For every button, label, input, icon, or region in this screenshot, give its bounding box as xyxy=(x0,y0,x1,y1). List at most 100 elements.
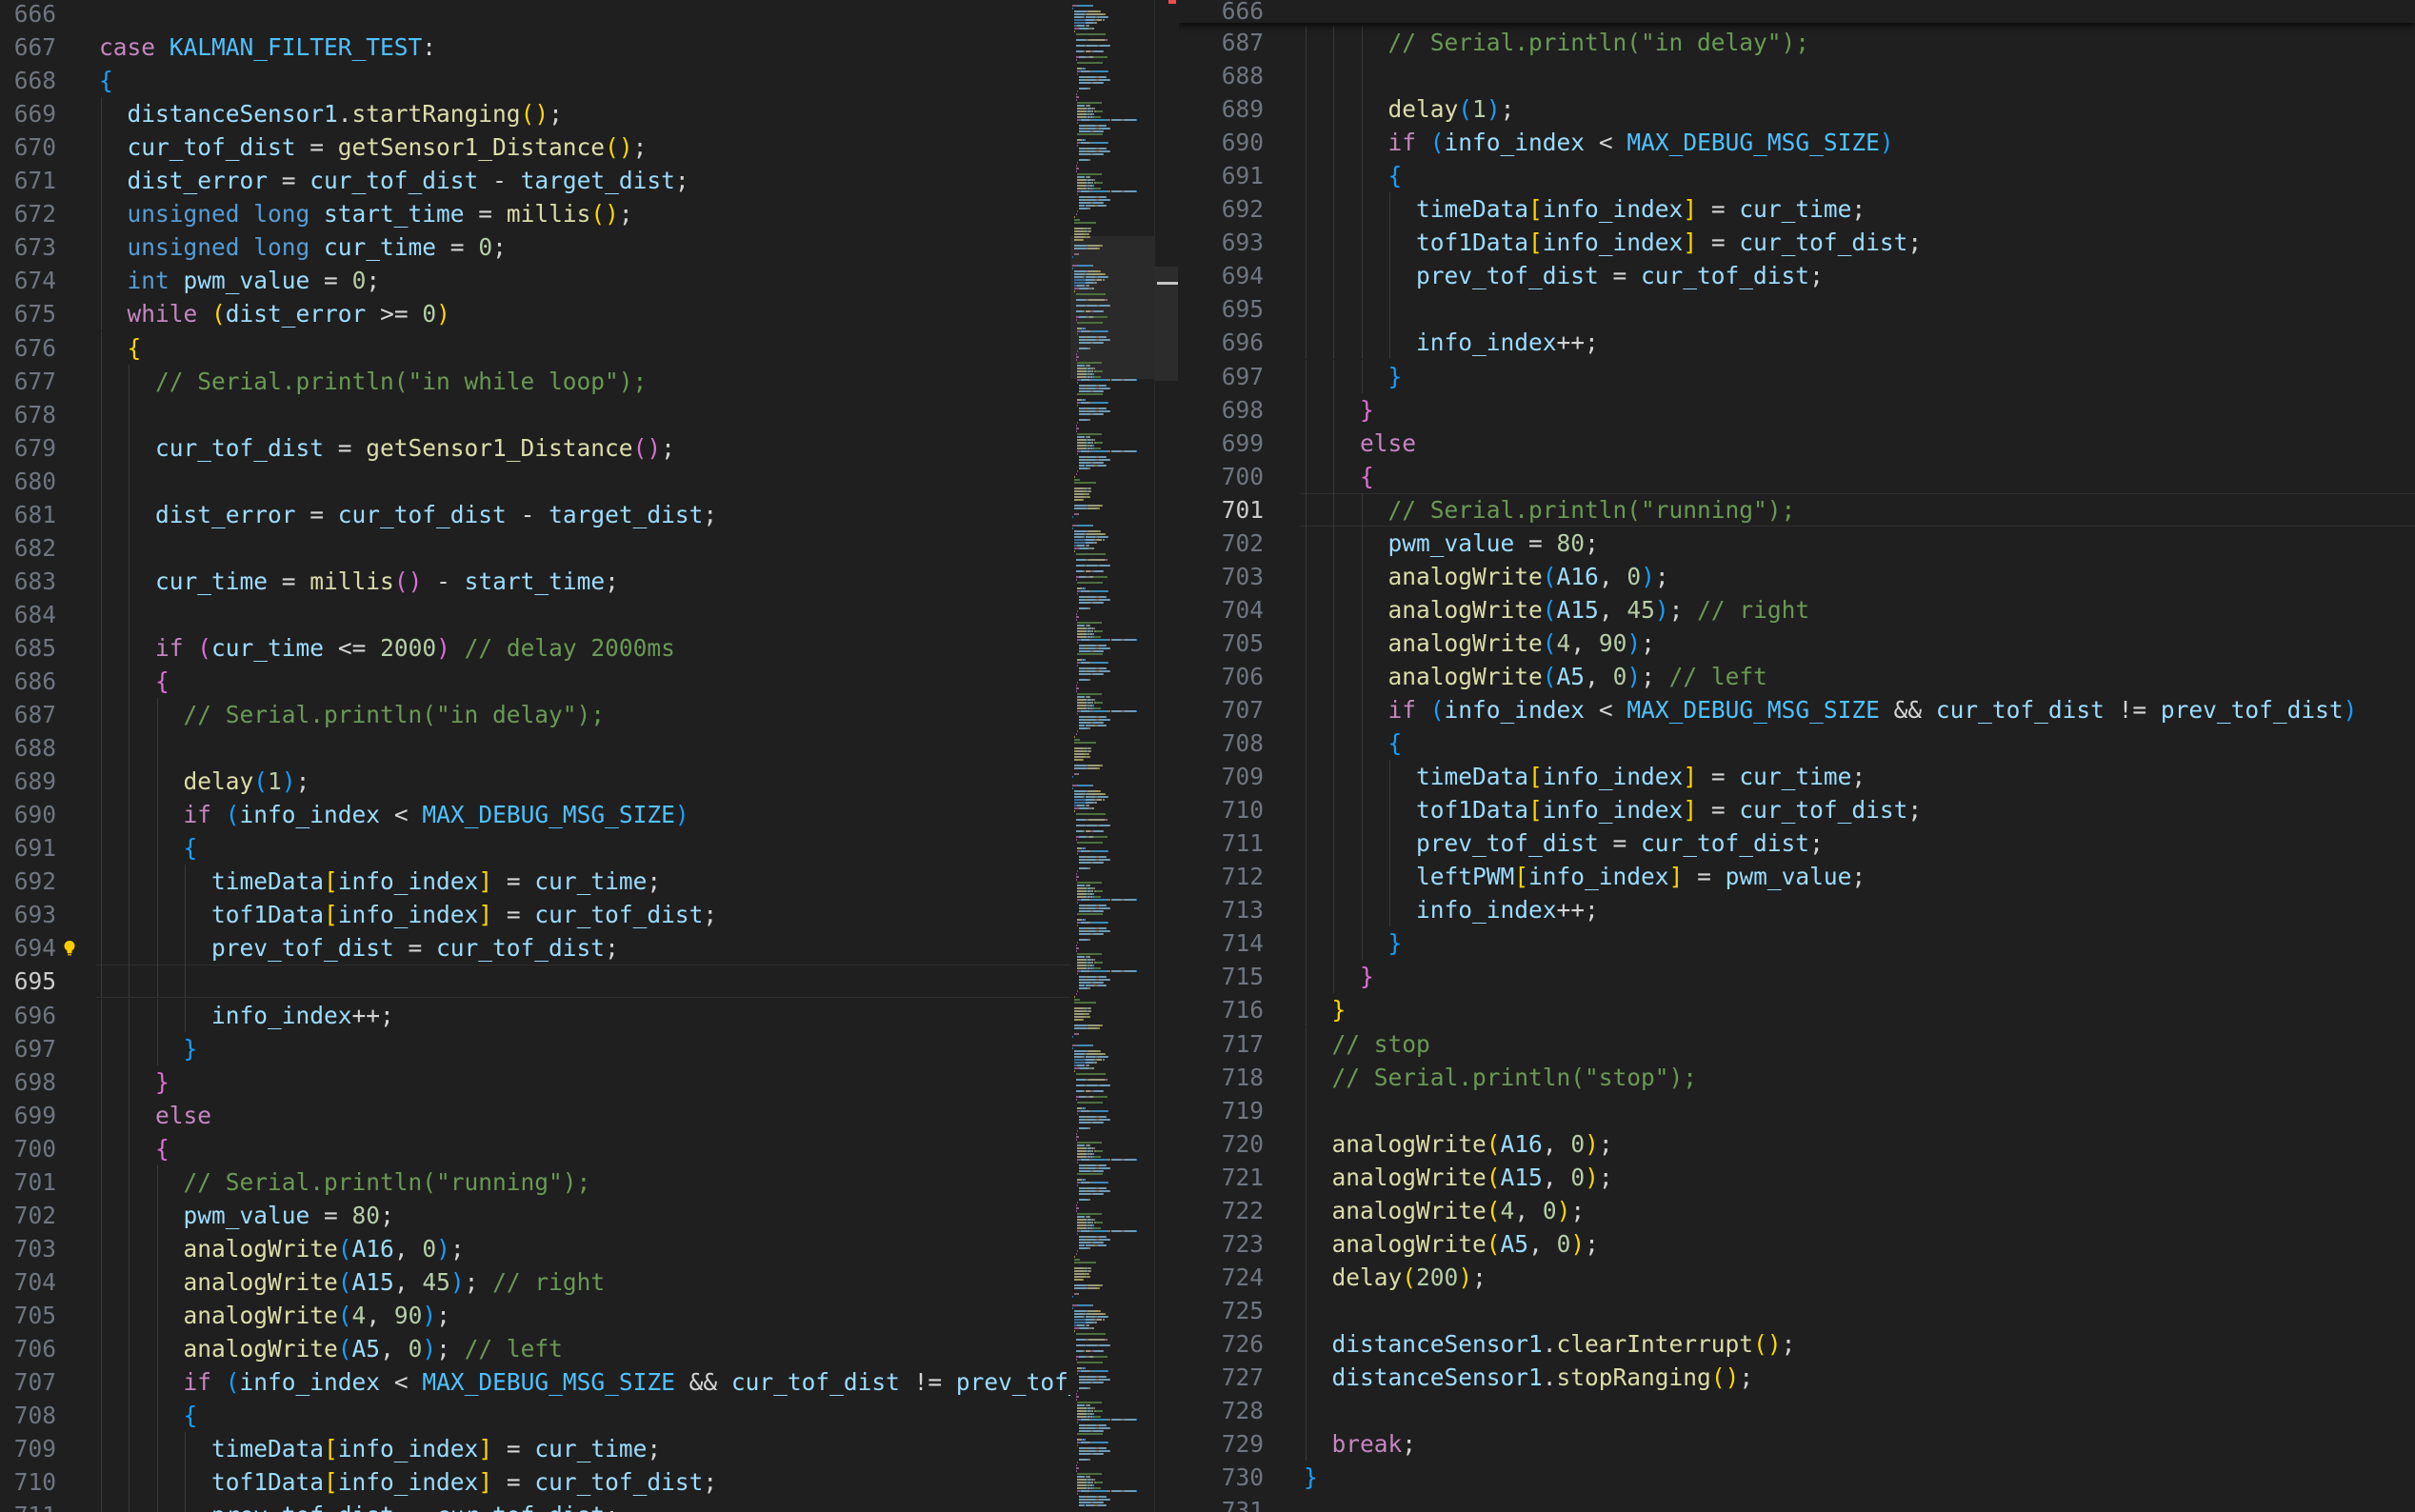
code-line[interactable]: // Serial.println("stop"); xyxy=(1304,1061,1698,1094)
minimap-slider[interactable] xyxy=(1070,236,1154,379)
code-line[interactable]: timeData[info_index] = cur_time; xyxy=(99,865,661,898)
minimap-token xyxy=(1096,890,1104,892)
code-line[interactable]: } xyxy=(1304,1461,1318,1494)
code-line[interactable]: { xyxy=(99,831,198,865)
code-line[interactable]: } xyxy=(99,1032,198,1065)
code-line[interactable]: prev_tof_dist = cur_tof_dist; xyxy=(99,931,619,965)
code-line[interactable]: pwm_value = 80; xyxy=(99,1199,394,1232)
code-line[interactable]: cur_tof_dist = getSensor1_Distance(); xyxy=(99,130,648,164)
code-line[interactable]: dist_error = cur_tof_dist - target_dist; xyxy=(99,498,717,531)
code-line[interactable]: info_index++; xyxy=(99,999,394,1032)
code-line[interactable]: { xyxy=(1304,159,1403,192)
code-line[interactable]: else xyxy=(1304,427,1416,460)
minimap-token xyxy=(1091,1110,1108,1112)
code-line[interactable]: leftPWM[info_index] = pwm_value; xyxy=(1304,860,1866,893)
code-line[interactable]: distanceSensor1.stopRanging(); xyxy=(1304,1361,1754,1394)
code-line[interactable]: // Serial.println("in delay"); xyxy=(99,698,606,731)
code-line[interactable]: cur_tof_dist = getSensor1_Distance(); xyxy=(99,431,675,465)
line-number-gutter[interactable]: 687 688 689 690 691 692 693 694 695 696 697 698 699 7… xyxy=(1179,0,1300,1512)
code-line[interactable]: delay(1); xyxy=(1304,92,1515,126)
code-line[interactable]: { xyxy=(1304,460,1374,493)
code-line[interactable]: if (info_index < MAX_DEBUG_MSG_SIZE && c… xyxy=(99,1365,1070,1399)
code-area[interactable]: // Serial.println("in delay"); delay(1);… xyxy=(1299,0,2415,1512)
editor-pane-right[interactable]: 666 687 688 689 690 691 692 693 694 695 696 697 698… xyxy=(1179,0,2415,1512)
code-line[interactable]: int pwm_value = 0; xyxy=(99,264,381,297)
indent-guide xyxy=(129,1332,130,1366)
code-line[interactable]: prev_tof_dist = cur_tof_dist; xyxy=(99,1499,619,1512)
code-line[interactable]: } xyxy=(1304,360,1403,393)
indent-guide xyxy=(1306,226,1307,260)
code-line[interactable]: analogWrite(A15, 45); // right xyxy=(99,1265,606,1299)
line-number-gutter[interactable]: 666 667 668 669 670 671 672 673 674 675 676 677 678 6… xyxy=(0,0,95,1512)
code-line[interactable]: analogWrite(A16, 0); xyxy=(1304,1127,1613,1161)
code-line[interactable]: } xyxy=(1304,393,1374,427)
code-line[interactable]: delay(1); xyxy=(99,765,310,798)
code-line[interactable]: while (dist_error >= 0) xyxy=(99,297,450,330)
code-line[interactable]: { xyxy=(99,331,142,365)
code-line[interactable]: info_index++; xyxy=(1304,326,1599,359)
code-line[interactable]: pwm_value = 80; xyxy=(1304,527,1599,560)
code-line[interactable]: } xyxy=(1304,993,1347,1026)
minimap-token xyxy=(1077,1433,1104,1435)
code-line[interactable]: if (info_index < MAX_DEBUG_MSG_SIZE) xyxy=(1304,126,1894,159)
minimap-token xyxy=(1096,630,1104,632)
code-line[interactable]: { xyxy=(1304,726,1403,760)
code-line[interactable]: unsigned long cur_time = 0; xyxy=(99,230,507,264)
code-line[interactable]: cur_time = millis() - start_time; xyxy=(99,565,619,598)
minimap-token xyxy=(1098,150,1109,152)
code-line[interactable]: distanceSensor1.startRanging(); xyxy=(99,97,563,130)
code-line[interactable]: analogWrite(A5, 0); // left xyxy=(1304,660,1767,693)
minimap-token xyxy=(1103,830,1105,832)
code-line[interactable]: tof1Data[info_index] = cur_tof_dist; xyxy=(99,1465,717,1499)
code-line[interactable]: analogWrite(4, 90); xyxy=(99,1299,450,1332)
code-line[interactable]: } xyxy=(1304,926,1403,960)
indent-guide xyxy=(1361,159,1363,193)
code-line[interactable]: dist_error = cur_tof_dist - target_dist; xyxy=(99,164,689,197)
editor-pane-left[interactable]: 666 667 668 669 670 671 672 673 674 675 676 677 678 6… xyxy=(0,0,1070,1512)
code-line[interactable]: distanceSensor1.clearInterrupt(); xyxy=(1304,1327,1796,1361)
code-line[interactable]: case KALMAN_FILTER_TEST: xyxy=(99,30,436,64)
code-line[interactable]: prev_tof_dist = cur_tof_dist; xyxy=(1304,826,1824,860)
code-line[interactable]: analogWrite(A15, 45); // right xyxy=(1304,593,1810,627)
code-line[interactable]: timeData[info_index] = cur_time; xyxy=(1304,192,1866,226)
code-line[interactable]: timeData[info_index] = cur_time; xyxy=(1304,760,1866,793)
code-line[interactable]: tof1Data[info_index] = cur_tof_dist; xyxy=(1304,226,1922,259)
code-line[interactable]: else xyxy=(99,1099,211,1132)
code-line[interactable]: // Serial.println("in delay"); xyxy=(1304,26,1810,59)
minimap-token xyxy=(1088,270,1098,272)
code-line[interactable]: analogWrite(A16, 0); xyxy=(99,1232,465,1265)
code-line[interactable]: { xyxy=(99,1399,198,1432)
code-line[interactable]: analogWrite(4, 90); xyxy=(1304,627,1655,660)
code-line[interactable]: // stop xyxy=(1304,1027,1430,1061)
code-line[interactable]: tof1Data[info_index] = cur_tof_dist; xyxy=(99,898,717,931)
code-line[interactable]: analogWrite(A5, 0); xyxy=(1304,1227,1599,1261)
code-line[interactable]: unsigned long start_time = millis(); xyxy=(99,197,633,230)
code-line[interactable]: timeData[info_index] = cur_time; xyxy=(99,1432,661,1465)
sticky-scroll-header[interactable]: 666 xyxy=(1179,0,2415,25)
code-line[interactable]: // Serial.println("in while loop"); xyxy=(99,365,647,398)
minimap-token xyxy=(1075,616,1080,618)
lightbulb-icon[interactable] xyxy=(63,940,76,957)
code-line[interactable]: if (cur_time <= 2000) // delay 2000ms xyxy=(99,631,675,665)
code-area[interactable]: case KALMAN_FILTER_TEST:{ distanceSensor… xyxy=(95,0,1070,1512)
code-line[interactable]: if (info_index < MAX_DEBUG_MSG_SIZE && c… xyxy=(1304,693,2358,726)
code-line[interactable]: break; xyxy=(1304,1427,1417,1461)
code-line[interactable]: delay(200); xyxy=(1304,1261,1487,1294)
code-line[interactable]: tof1Data[info_index] = cur_tof_dist; xyxy=(1304,793,1922,826)
code-line[interactable]: analogWrite(A5, 0); // left xyxy=(99,1332,563,1365)
code-line[interactable]: { xyxy=(99,1132,170,1165)
code-line[interactable]: analogWrite(A15, 0); xyxy=(1304,1161,1613,1194)
code-line[interactable]: { xyxy=(99,665,170,698)
code-line[interactable]: prev_tof_dist = cur_tof_dist; xyxy=(1304,259,1824,292)
minimap[interactable] xyxy=(1070,0,1154,1512)
code-line[interactable]: analogWrite(A16, 0); xyxy=(1304,560,1669,593)
code-line[interactable]: analogWrite(4, 0); xyxy=(1304,1194,1586,1227)
code-line[interactable]: if (info_index < MAX_DEBUG_MSG_SIZE) xyxy=(99,798,689,831)
code-line[interactable]: // Serial.println("running"); xyxy=(99,1165,591,1199)
code-line[interactable]: { xyxy=(99,64,113,97)
code-line[interactable]: // Serial.println("running"); xyxy=(1299,492,2415,527)
code-line[interactable]: } xyxy=(1304,960,1374,993)
code-line[interactable]: info_index++; xyxy=(1304,893,1599,926)
code-line[interactable]: } xyxy=(99,1065,170,1099)
vertical-scrollbar[interactable] xyxy=(1154,0,1180,1512)
